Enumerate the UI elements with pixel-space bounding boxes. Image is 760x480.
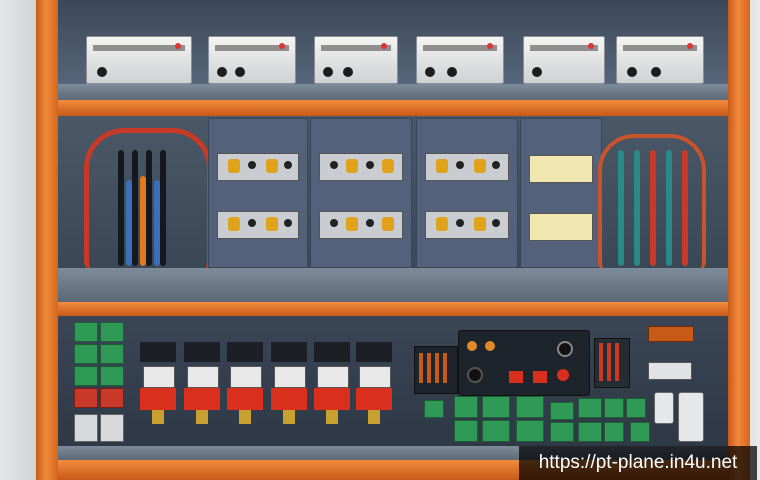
terminal-panel-1	[208, 118, 308, 268]
cable-blue-2	[154, 180, 160, 266]
breaker-5	[314, 342, 350, 424]
frame-post-left	[36, 0, 58, 480]
top-shelf	[58, 84, 728, 100]
cable-red-2	[682, 150, 688, 266]
fuse-strip-left	[414, 346, 458, 394]
cable-red-1	[650, 150, 656, 266]
breaker-3	[227, 342, 263, 424]
breaker-4	[271, 342, 307, 424]
top-instrument-5	[523, 36, 605, 84]
top-instrument-2	[208, 36, 296, 84]
cable-black-2	[132, 150, 138, 266]
cable-black-3	[146, 150, 152, 266]
cable-teal-1	[618, 150, 624, 266]
green-terminal-row	[420, 396, 670, 442]
breaker-2	[184, 342, 220, 424]
cable-blue-1	[126, 180, 132, 266]
breaker-6	[356, 342, 392, 424]
white-capacitor-2	[678, 392, 704, 442]
terminal-panel-4	[520, 118, 602, 268]
terminal-panel-2	[310, 118, 412, 268]
cable-black-4	[160, 150, 166, 266]
middle-shelf	[58, 268, 728, 302]
breaker-1	[140, 342, 176, 424]
frame-post-right	[728, 0, 750, 480]
middle-rail	[58, 302, 728, 316]
terminal-panel-3	[416, 118, 518, 268]
top-instrument-6	[616, 36, 704, 84]
cable-teal-2	[634, 150, 640, 266]
top-rail	[58, 100, 728, 116]
small-relay	[648, 326, 694, 342]
white-capacitor-1	[654, 392, 674, 424]
control-module	[458, 330, 590, 396]
cabinet	[58, 0, 728, 480]
small-switch	[648, 362, 692, 380]
cable-teal-3	[666, 150, 672, 266]
cable-orange-1	[140, 176, 146, 266]
top-instrument-3	[314, 36, 398, 84]
watermark-url: https://pt-plane.in4u.net	[519, 446, 757, 480]
fuse-strip-right	[594, 338, 630, 388]
top-instrument-4	[416, 36, 504, 84]
top-instrument-1	[86, 36, 192, 84]
cable-black-1	[118, 150, 124, 266]
wall-left	[0, 0, 38, 480]
green-terminal-stack	[74, 322, 124, 442]
